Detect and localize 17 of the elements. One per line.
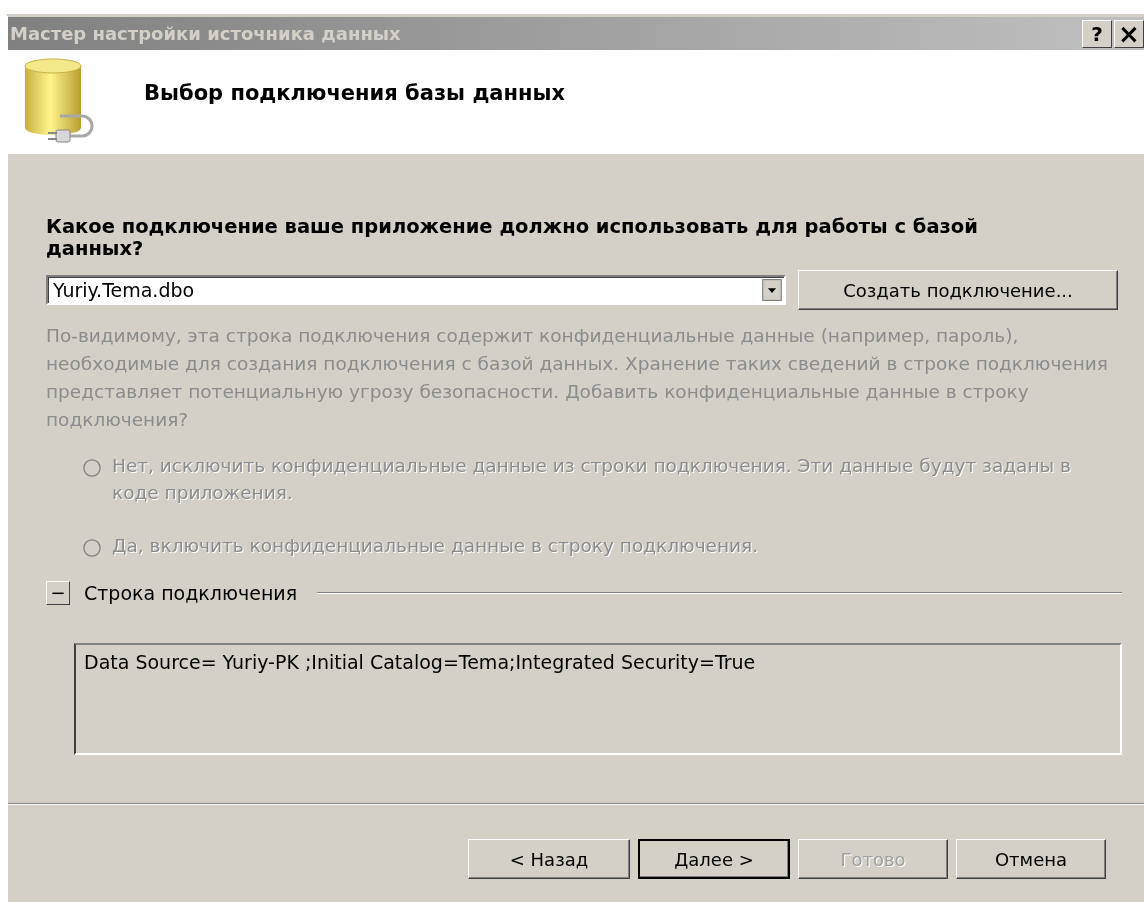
help-button[interactable]: ? <box>1082 19 1112 48</box>
warning-text: По-видимому, эта строка подключения содержит конфиденциальные данные (например, пароль), необходимые для создания подключения с базой данных. Хранение таких сведений в строке подключения представляет потенциальную угрозу безопасности. Добавить конфиденциальные данные в строку подключения? <box>46 324 1109 432</box>
question-label: Какое подключение ваше приложение должно использовать для работы с базой данных? <box>46 216 979 260</box>
section-label: Строка подключения <box>84 582 298 604</box>
connection-string-text: Data Source= Yuriy-PK ;Initial Catalog=Tema;Integrated Security=True <box>84 651 756 673</box>
connection-dropdown[interactable]: Yuriy.Tema.dbo <box>46 275 786 305</box>
new-connection-button[interactable]: Создать подключение... <box>798 270 1118 310</box>
radio-label: Да, включить конфиденциальные данные в строку подключения. <box>112 534 760 558</box>
window-title: Мастер настройки источника данных <box>10 23 401 44</box>
close-button[interactable]: × <box>1114 19 1144 48</box>
wizard-button[interactable]: Далее > <box>638 839 790 879</box>
wizard-button[interactable]: < Назад <box>468 839 630 879</box>
radio-label: Нет, исключить конфиденциальные данные из строки подключения. Эти данные будут заданы в коде приложения. <box>112 454 1072 505</box>
database-plug-icon <box>22 57 94 146</box>
page-heading: Выбор подключения базы данных <box>144 80 566 105</box>
wizard-button[interactable]: Отмена <box>956 839 1106 879</box>
collapse-button[interactable]: − <box>46 581 70 605</box>
